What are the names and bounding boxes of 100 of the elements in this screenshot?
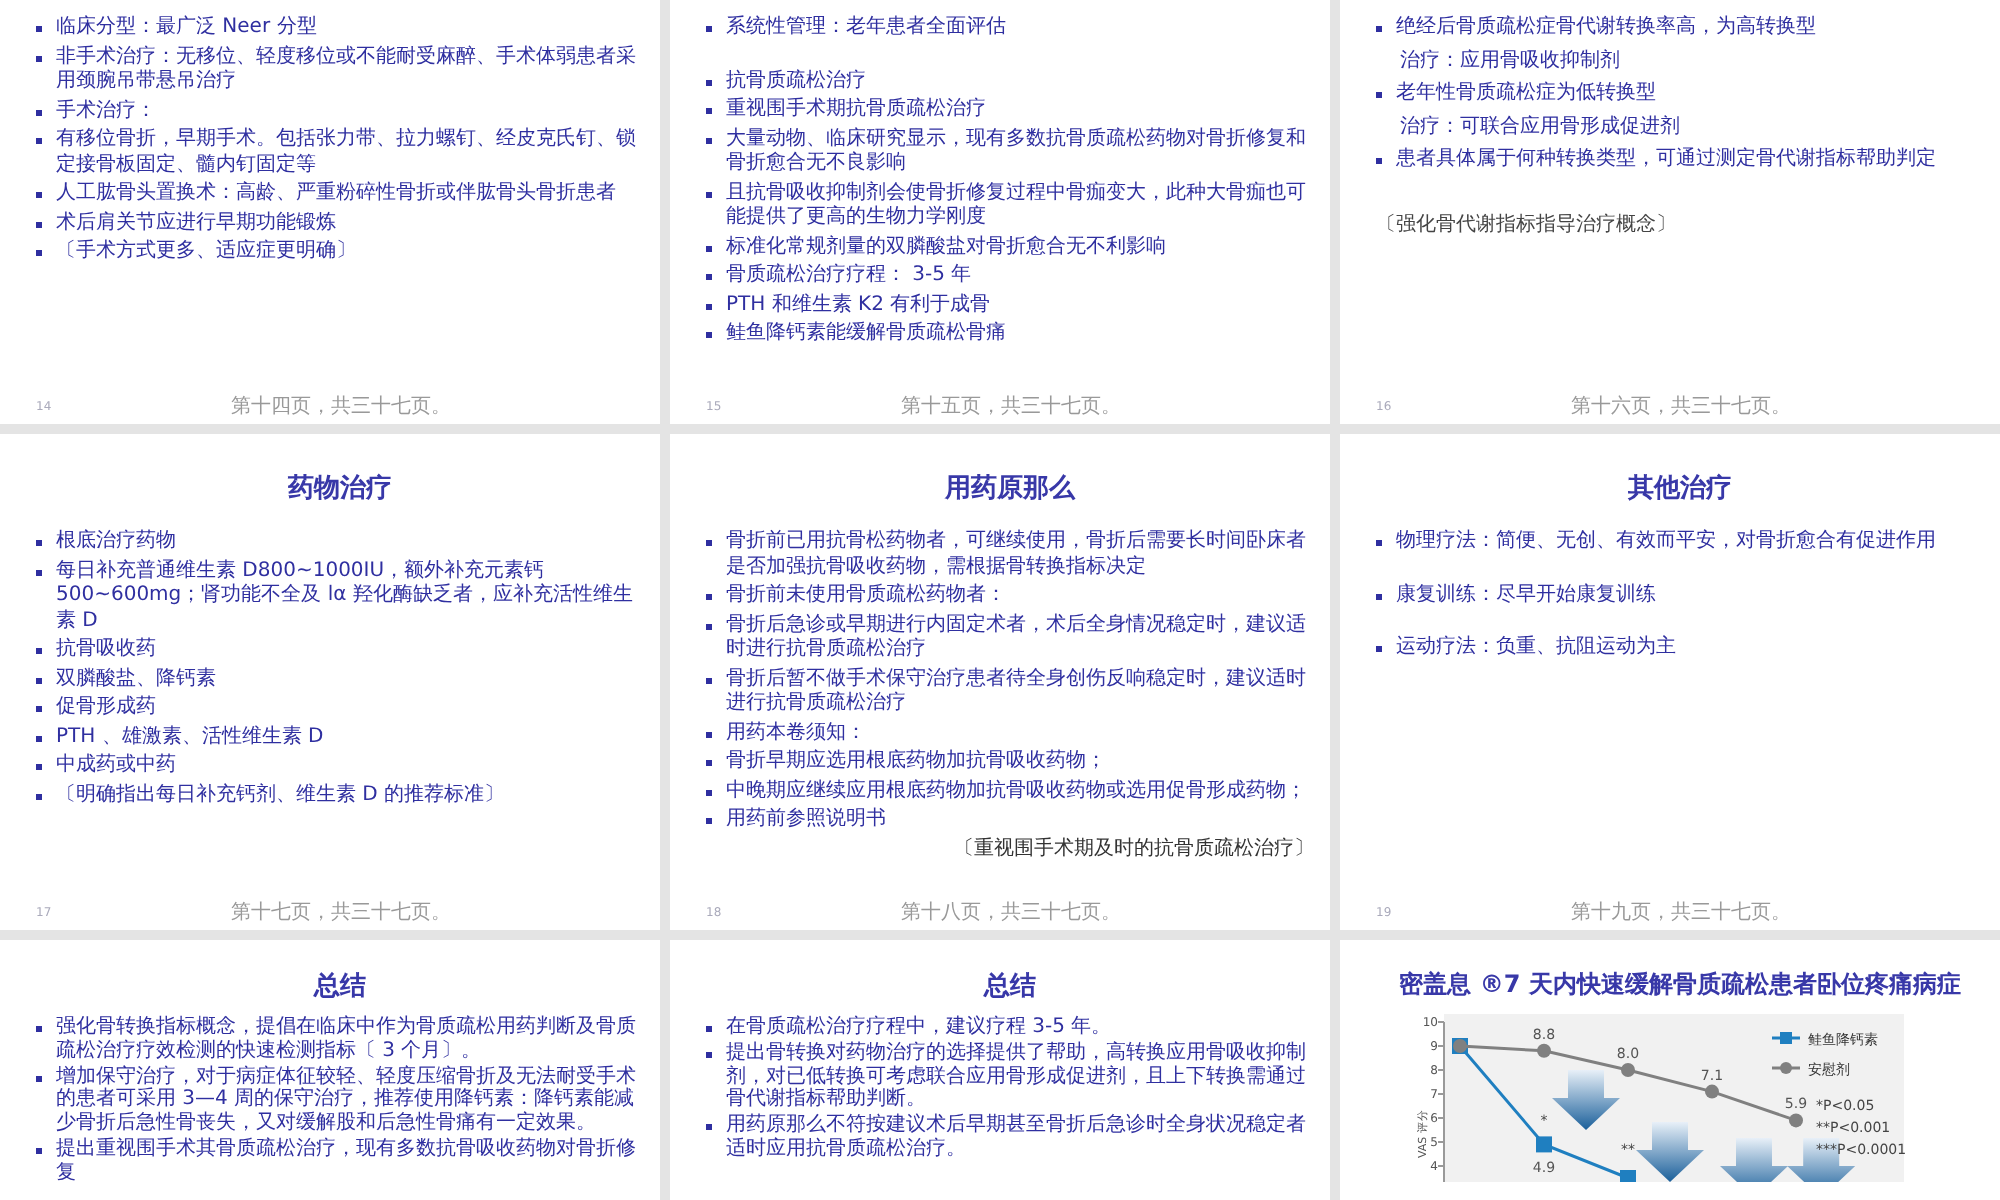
bullet-text: 有移位骨折，早期手术。包括张力带、拉力螺钉、经皮克氏钉、锁定接骨板固定、髓内钉固定等 xyxy=(56,128,638,178)
bullet-text: 物理疗法：简便、无创、有效而平安，对骨折愈合有促进作用 xyxy=(1396,530,1936,555)
bullet-text: 运动疗法：负重、抗阻运动为主 xyxy=(1396,636,1676,661)
bullet-icon xyxy=(36,648,42,654)
bullet-text: PTH 和维生素 K2 有利于成骨 xyxy=(726,293,991,318)
note-text: 〔强化骨代谢指标指导治疗概念〕 xyxy=(1376,213,1676,238)
bullet-icon xyxy=(36,677,42,683)
slide-title: 其他治疗 xyxy=(1626,471,1734,506)
bullet-icon xyxy=(706,274,712,280)
slide[interactable] xyxy=(670,0,1330,424)
bullet-text: 绝经后骨质疏松症骨代谢转换率高，为高转换型 xyxy=(1396,16,1816,41)
slide-title: 密盖息 ®7 天内快速缓解骨质疏松患者卧位疼痛病症 xyxy=(1397,968,1963,1002)
bullet-text: 且抗骨吸收抑制剂会使骨折修复过程中骨痂变大，此种大骨痂也可能提供了更高的生物力学刚度 xyxy=(726,181,1308,231)
page-footer: 第十六页，共三十七页。 xyxy=(1571,392,1792,420)
bullet-icon xyxy=(36,26,42,32)
bullet-icon xyxy=(706,1051,712,1058)
note-text: 〔重视围手术期及时的抗骨质疏松治疗〕 xyxy=(954,837,1314,862)
bullet-text: 用药前参照说明书 xyxy=(726,808,886,833)
bullet-text: 骨折前未使用骨质疏松药物者： xyxy=(726,584,1006,609)
bullet-icon xyxy=(706,818,712,824)
page-footer: 第十四页，共三十七页。 xyxy=(231,392,452,420)
bullet-text: 骨折后暂不做手术保守治疗患者待全身创伤反响稳定时，建议适时进行抗骨质疏松治疗 xyxy=(726,667,1308,717)
bullet-icon xyxy=(706,303,712,309)
bullet-icon xyxy=(36,540,42,546)
down-arrow-icon xyxy=(1636,1122,1704,1182)
bullet-icon xyxy=(1376,26,1382,32)
bullet-icon xyxy=(706,760,712,766)
bullet-icon xyxy=(1376,92,1382,98)
bullet-text: 重视围手术期抗骨质疏松治疗 xyxy=(726,98,986,123)
bullet-icon xyxy=(36,138,42,144)
bullet-text: 根底治疗药物 xyxy=(56,530,176,555)
bullet-text: 增加保守治疗，对于病症体征较轻、轻度压缩骨折及无法耐受手术的患者可采用 3—4 周的保守治疗，推荐使用降钙素：降钙素能减少骨折后急性骨丧失，又对缓解股和后急性骨痛有一定效果。 xyxy=(56,1065,638,1136)
point xyxy=(1789,1113,1803,1128)
down-arrow-icon xyxy=(1720,1138,1788,1183)
point xyxy=(1537,1043,1551,1058)
bullet-icon xyxy=(706,79,712,85)
page-footer: 第十七页，共三十七页。 xyxy=(231,898,452,926)
bullet-text: 术后肩关节应进行早期功能锻炼 xyxy=(56,211,336,236)
bullet-icon xyxy=(706,623,712,629)
slide-title: 总结 xyxy=(311,970,368,1004)
bullet-icon xyxy=(706,332,712,338)
page-footer: 第十八页，共三十七页。 xyxy=(901,898,1122,926)
bullet-icon xyxy=(36,250,42,256)
slide-title: 药物治疗 xyxy=(286,471,394,506)
point xyxy=(1621,1063,1635,1077)
slide-title: 用药原那么 xyxy=(942,472,1078,506)
page-footer: 第十九页，共三十七页。 xyxy=(1571,898,1792,926)
point xyxy=(1705,1084,1719,1099)
slide[interactable]: 总结 强化骨转换指标概念，提倡在临床中作为骨质疏松用药判断及骨质疏松治疗疗效检测的快速检测指标〔 3 个月〕。 增加保守治疗，对于病症体征较轻、轻度压缩骨折及无法耐受手术的患者可采用 3—4 周的保守治疗，推荐使用降钙素：降钙素能减少骨折后急性骨丧失，又对缓解股和后急性骨痛有一定效果。 提出重视围手术其骨质疏松治疗，现有多数抗骨吸收药物对骨折修复 xyxy=(0,940,660,1200)
bullet-text: 提出骨转换对药物治疗的选择提供了帮助，高转换应用骨吸收抑制剂，对已低转换可考虑联合应用骨形成促进剂，且上下转换需通过骨代谢指标帮助判断。 xyxy=(726,1041,1308,1113)
bullet-text: 提出重视围手术其骨质疏松治疗，现有多数抗骨吸收药物对骨折修复 xyxy=(56,1137,638,1186)
bullet-text: 患者具体属于何种转换类型，可通过测定骨代谢指标帮助判定 xyxy=(1396,148,1936,173)
slide-title: 总结 xyxy=(981,970,1038,1004)
bullet-icon xyxy=(706,1124,712,1131)
bullet-text: 骨折前已用抗骨松药物者，可继续使用，骨折后需要长时间卧床者是否加强抗骨吸收药物，需根据骨转换指标决定 xyxy=(726,530,1308,580)
bullet-text: 大量动物、临床研究显示，现有多数抗骨质疏松药物对骨折修复和骨折愈合无不良影响 xyxy=(726,127,1308,177)
bullet-text: 标准化常规剂量的双膦酸盐对骨折愈合无不利影响 xyxy=(726,235,1166,260)
bullet-text: 康复训练：尽早开始康复训练 xyxy=(1396,583,1656,608)
bullet-icon xyxy=(706,540,712,546)
bullet-text: 促骨形成药 xyxy=(56,696,156,721)
bullet-text: 人工肱骨头置换术：高龄、严重粉碎性骨折或伴肱骨头骨折患者 xyxy=(56,182,616,207)
bullet-text: 鲑鱼降钙素能缓解骨质疏松骨痛 xyxy=(726,322,1006,347)
bullet-text: 强化骨转换指标概念，提倡在临床中作为骨质疏松用药判断及骨质疏松治疗疗效检测的快速检测指标〔 3 个月〕。 xyxy=(56,1016,638,1064)
bullet-icon xyxy=(1376,593,1382,599)
bullet-icon xyxy=(36,706,42,712)
bullet-icon xyxy=(36,793,42,799)
bullet-icon xyxy=(1376,540,1382,546)
bullet-text: 骨折早期应选用根底药物加抗骨吸收药物； xyxy=(726,750,1106,775)
down-arrow-icon xyxy=(1552,1070,1620,1130)
bullet-text: 非手术治疗：无移位、轻度移位或不能耐受麻醉、手术体弱患者采用颈腕吊带悬吊治疗 xyxy=(56,45,638,95)
bullet-text: 每日补充普通维生素 D800~1000IU，额外补充元素钙 500~600mg；肾功能不全及 lα 羟化酶缺乏者，应补充活性维生素 D xyxy=(56,559,635,634)
bullet-icon xyxy=(36,109,42,115)
bullet-text: 治疗：应用骨吸收抑制剂 xyxy=(1400,49,1620,74)
bullet-icon xyxy=(706,677,712,683)
bullet-icon xyxy=(706,191,712,197)
bullet-icon xyxy=(706,26,712,32)
bullet-icon xyxy=(36,569,42,575)
bullet-text: 抗骨质疏松治疗 xyxy=(726,69,866,94)
bullet-text: 手术治疗： xyxy=(56,99,156,124)
bullet-text: 中晚期应继续应用根底药物加抗骨吸收药物或选用促骨形成药物； xyxy=(726,779,1306,804)
bullet-icon xyxy=(706,789,712,795)
bullet-text: 〔明确指出每日补充钙剂、维生素 D 的推荐标准〕 xyxy=(56,783,505,808)
bullet-icon xyxy=(706,245,712,251)
bullet-text: 骨质疏松治疗疗程： 3-5 年 xyxy=(726,264,972,289)
slide[interactable] xyxy=(670,434,1330,930)
bullet-icon xyxy=(36,764,42,770)
bullet-text: 双膦酸盐、降钙素 xyxy=(56,667,216,692)
bullet-icon xyxy=(36,1026,42,1032)
bullet-text: PTH 、雄激素、活性维生素 D xyxy=(56,725,324,750)
legend-marker-icon xyxy=(1772,1032,1800,1044)
point xyxy=(1536,1136,1552,1153)
bullet-icon xyxy=(1376,158,1382,164)
bullet-text: 老年性骨质疏松症为低转换型 xyxy=(1396,82,1656,107)
bullet-icon xyxy=(706,137,712,143)
legend-marker-icon xyxy=(1772,1062,1800,1074)
bullet-icon xyxy=(36,192,42,198)
bullet-icon xyxy=(36,221,42,227)
bullet-text: 用药原那么不符按建议术后早期甚至骨折后急诊时全身状况稳定者适时应用抗骨质疏松治疗。 xyxy=(726,1114,1308,1162)
slide[interactable]: 总结 在骨质疏松治疗疗程中，建议疗程 3-5 年。 提出骨转换对药物治疗的选择提供了帮助，高转换应用骨吸收抑制剂，对已低转换可考虑联合应用骨形成促进剂，且上下转换需通过骨代谢指标帮助判断。 用药原那么不符按建议术后早期甚至骨折后急诊时全身状况稳定者适时应用抗骨质疏松治疗。 xyxy=(670,940,1330,1200)
bullet-text: 用药本卷须知： xyxy=(726,721,866,746)
